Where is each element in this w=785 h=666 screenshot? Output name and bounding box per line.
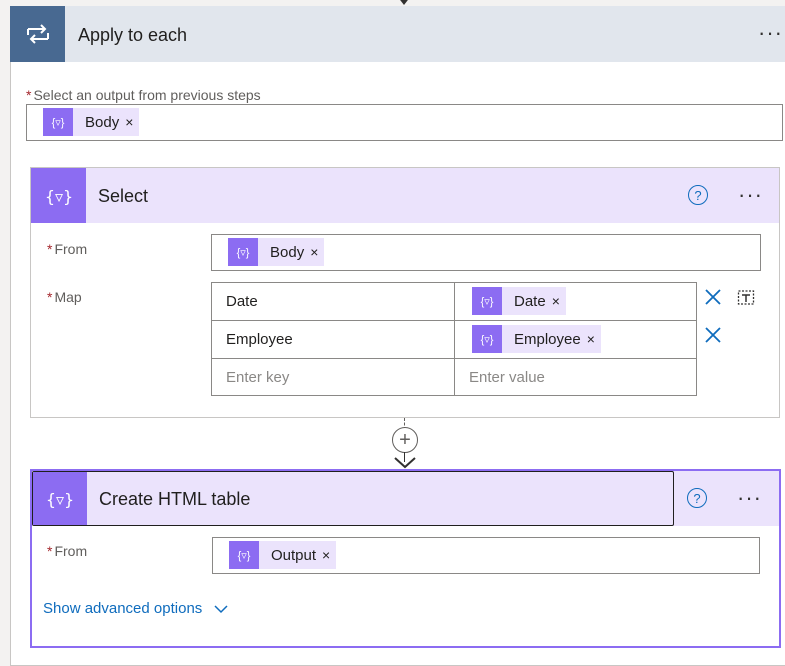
employee-token[interactable]: {▿} Employee × <box>472 325 601 353</box>
from-label: * From <box>47 543 87 559</box>
output-token[interactable]: {▿} Output × <box>229 541 337 569</box>
expression-icon: {▿} <box>472 325 502 353</box>
map-key-cell[interactable]: Employee <box>211 320 455 359</box>
map-key-text: Date <box>226 293 258 310</box>
from-field[interactable]: {▿} Body × <box>211 234 761 271</box>
map-value-cell[interactable]: {▿} Date × <box>454 282 697 321</box>
delete-row-icon[interactable] <box>704 288 722 311</box>
body-token[interactable]: {▿} Body × <box>228 238 325 266</box>
expression-icon: {▿} <box>229 541 259 569</box>
svg-text:{▿}: {▿} <box>46 490 74 509</box>
remove-token-button[interactable]: × <box>322 547 336 563</box>
date-token[interactable]: {▿} Date × <box>472 287 566 315</box>
map-key-text: Employee <box>226 331 293 348</box>
data-operation-icon: {▿} <box>33 472 87 525</box>
html-table-menu-button[interactable]: ··· <box>737 487 762 509</box>
required-marker: * <box>47 543 53 559</box>
value-placeholder: Enter value <box>469 368 545 386</box>
required-marker: * <box>47 289 53 305</box>
expression-icon: {▿} <box>472 287 502 315</box>
create-html-table-title: Create HTML table <box>99 489 251 509</box>
map-value-cell[interactable]: {▿} Employee × <box>454 320 697 359</box>
help-icon[interactable]: ? <box>687 488 707 508</box>
remove-token-button[interactable]: × <box>310 244 324 260</box>
connector-arrow-top <box>397 0 411 5</box>
key-placeholder: Enter key <box>226 368 290 386</box>
apply-to-each-title: Apply to each <box>78 25 188 45</box>
select-output-field[interactable]: {▿} Body × <box>26 104 783 141</box>
remove-token-button[interactable]: × <box>552 293 566 309</box>
token-label: Date <box>514 292 546 310</box>
data-operation-icon: {▿} <box>31 168 86 223</box>
show-advanced-options-link[interactable]: Show advanced options <box>43 600 228 617</box>
select-output-label: * Select an output from previous steps <box>26 87 261 103</box>
required-marker: * <box>26 87 32 103</box>
token-label: Employee <box>514 330 581 348</box>
select-menu-button[interactable]: ··· <box>738 184 763 206</box>
help-icon[interactable]: ? <box>688 185 708 205</box>
switch-to-text-mode-icon[interactable] <box>737 288 755 311</box>
chevron-down-icon <box>214 604 228 613</box>
new-key-input[interactable]: Enter key <box>211 358 455 396</box>
token-label: Body <box>270 243 305 261</box>
select-output-label-text: Select an output from previous steps <box>33 87 261 103</box>
new-value-input[interactable]: Enter value <box>454 358 697 396</box>
token-label: Body <box>85 113 120 131</box>
apply-to-each-menu-button[interactable]: ··· <box>758 22 783 44</box>
expression-icon: {▿} <box>228 238 258 266</box>
map-label: * Map <box>47 289 82 305</box>
show-advanced-options-text: Show advanced options <box>43 600 203 617</box>
plus-icon: + <box>399 428 411 451</box>
expression-icon: {▿} <box>43 108 73 136</box>
loop-icon <box>10 6 65 62</box>
required-marker: * <box>47 241 53 257</box>
remove-token-button[interactable]: × <box>125 114 139 130</box>
from-field[interactable]: {▿} Output × <box>212 537 760 574</box>
from-label-text: From <box>54 543 88 559</box>
delete-row-icon[interactable] <box>704 326 722 349</box>
token-label: Output <box>271 546 317 564</box>
from-label-text: From <box>54 241 88 257</box>
svg-text:{▿}: {▿} <box>45 187 73 206</box>
map-key-cell[interactable]: Date <box>211 282 455 321</box>
select-action-title: Select <box>98 186 149 206</box>
map-label-text: Map <box>54 289 82 305</box>
remove-token-button[interactable]: × <box>587 331 601 347</box>
add-step-button[interactable]: + <box>392 427 418 453</box>
body-token[interactable]: {▿} Body × <box>43 108 140 136</box>
from-label: * From <box>47 241 87 257</box>
